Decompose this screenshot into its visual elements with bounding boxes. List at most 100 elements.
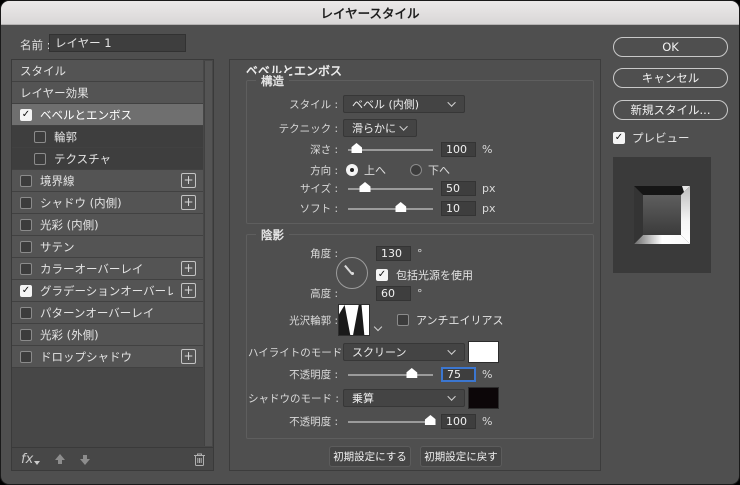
technique-value: 滑らかに — [352, 120, 396, 136]
soften-label: ソフト : — [248, 201, 338, 216]
chevron-down-icon[interactable] — [374, 323, 382, 331]
bevel-emboss-panel: ベベルとエンボス 構造 スタイル : ベベル (内側) テクニック : 滑らかに… — [229, 59, 601, 471]
unchecked-checkbox-icon[interactable] — [20, 351, 32, 363]
shadow-opacity-slider[interactable] — [348, 415, 433, 427]
move-effect-down-icon[interactable] — [79, 454, 90, 465]
shadow-mode-select[interactable]: 乗算 — [343, 389, 465, 407]
sidebar-item-label: シャドウ (内側) — [40, 195, 122, 211]
preview-checkbox[interactable]: ✓ — [613, 132, 625, 144]
bevel-preview-image — [634, 186, 690, 244]
slider-thumb-icon[interactable] — [425, 415, 436, 425]
sidebar-item[interactable]: 輪郭 — [12, 126, 203, 148]
direction-label: 方向 : — [248, 163, 338, 178]
sidebar-item-label: サテン — [40, 239, 75, 255]
bevel-style-select[interactable]: ベベル (内側) — [343, 95, 465, 113]
sidebar-item-label: カラーオーバーレイ — [40, 261, 143, 277]
preview-label: プレビュー — [632, 130, 690, 146]
size-unit: px — [482, 182, 496, 195]
angle-input[interactable]: 130 — [376, 246, 411, 261]
unchecked-checkbox-icon[interactable] — [20, 263, 32, 275]
sidebar-item[interactable]: 光彩 (内側) — [12, 214, 203, 236]
highlight-color-swatch[interactable] — [468, 341, 499, 363]
delete-effect-icon[interactable] — [193, 452, 206, 466]
unchecked-checkbox-icon[interactable] — [34, 153, 46, 165]
technique-select[interactable]: 滑らかに — [343, 119, 417, 137]
sidebar-item-label: パターンオーバーレイ — [40, 305, 154, 321]
size-slider[interactable] — [348, 182, 433, 194]
antialias-checkbox[interactable] — [397, 314, 409, 326]
checked-checkbox-icon[interactable]: ✓ — [20, 285, 32, 297]
sidebar-item[interactable]: ドロップシャドウ+ — [12, 346, 203, 368]
sidebar-item[interactable]: サテン — [12, 236, 203, 258]
direction-down-radio[interactable] — [410, 164, 422, 176]
altitude-label: 高度 : — [248, 286, 338, 301]
depth-input[interactable]: 100 — [441, 142, 476, 157]
sidebar-scrollbar[interactable] — [204, 61, 212, 446]
sidebar-item[interactable]: テクスチャ — [12, 148, 203, 170]
highlight-mode-select[interactable]: スクリーン — [343, 343, 465, 361]
layer-style-dialog: レイヤースタイル 名前 : レイヤー 1 OK キャンセル 新規スタイル... … — [0, 0, 740, 485]
reset-default-button[interactable]: 初期設定に戻す — [420, 446, 502, 467]
highlight-opacity-slider[interactable] — [348, 368, 433, 380]
add-effect-icon[interactable]: + — [181, 173, 196, 188]
angle-label: 角度 : — [248, 246, 338, 261]
size-label: サイズ : — [248, 181, 338, 196]
size-input[interactable]: 50 — [441, 181, 476, 196]
unchecked-checkbox-icon[interactable] — [20, 219, 32, 231]
checked-checkbox-icon[interactable]: ✓ — [20, 109, 32, 121]
ok-button[interactable]: OK — [613, 37, 728, 57]
layer-name-input[interactable]: レイヤー 1 — [49, 34, 186, 52]
sidebar-item[interactable]: レイヤー効果 — [12, 82, 203, 104]
add-effect-icon[interactable]: + — [181, 349, 196, 364]
sidebar-item[interactable]: パターンオーバーレイ — [12, 302, 203, 324]
sidebar-item[interactable]: 境界線+ — [12, 170, 203, 192]
move-effect-up-icon[interactable] — [54, 454, 65, 465]
altitude-input[interactable]: 60 — [376, 286, 411, 301]
highlight-mode-value: スクリーン — [352, 344, 406, 360]
unchecked-checkbox-icon[interactable] — [34, 131, 46, 143]
global-light-checkbox[interactable]: ✓ — [376, 269, 388, 281]
dialog-title: レイヤースタイル — [320, 3, 419, 22]
unchecked-checkbox-icon[interactable] — [20, 197, 32, 209]
gloss-contour-thumbnail[interactable] — [338, 304, 370, 336]
fx-menu-icon[interactable]: fx — [21, 452, 40, 467]
style-label: スタイル : — [248, 97, 338, 112]
unchecked-checkbox-icon[interactable] — [20, 241, 32, 253]
shadow-color-swatch[interactable] — [468, 387, 499, 409]
shading-group-title: 陰影 — [256, 227, 289, 243]
style-preview-thumbnail — [613, 157, 711, 273]
soften-slider[interactable] — [348, 202, 433, 214]
layer-name-label: 名前 : — [20, 37, 51, 53]
sidebar-item-label: 光彩 (外側) — [40, 327, 99, 343]
shadow-opacity-input[interactable]: 100 — [441, 414, 476, 429]
add-effect-icon[interactable]: + — [181, 283, 196, 298]
slider-thumb-icon[interactable] — [360, 182, 371, 192]
direction-up-radio[interactable] — [346, 164, 358, 176]
sidebar-item[interactable]: カラーオーバーレイ + — [12, 258, 203, 280]
new-style-button[interactable]: 新規スタイル... — [613, 100, 728, 120]
add-effect-icon[interactable]: + — [181, 261, 196, 276]
sidebar-item[interactable]: シャドウ (内側) + — [12, 192, 203, 214]
sidebar-item[interactable]: ✓ベベルとエンボス — [12, 104, 203, 126]
slider-thumb-icon[interactable] — [406, 368, 417, 378]
depth-slider[interactable] — [348, 143, 433, 155]
sidebar-item[interactable]: スタイル — [12, 60, 203, 82]
chevron-down-icon — [447, 392, 455, 400]
cancel-button[interactable]: キャンセル — [613, 68, 728, 88]
soften-input[interactable]: 10 — [441, 201, 476, 216]
slider-thumb-icon[interactable] — [395, 202, 406, 212]
add-effect-icon[interactable]: + — [181, 195, 196, 210]
highlight-opacity-unit: % — [482, 368, 492, 381]
unchecked-checkbox-icon[interactable] — [20, 307, 32, 319]
shadow-mode-label: シャドウのモード : — [248, 391, 338, 406]
unchecked-checkbox-icon[interactable] — [20, 175, 32, 187]
sidebar-item[interactable]: 光彩 (外側) — [12, 324, 203, 346]
highlight-opacity-input[interactable]: 75 — [441, 367, 476, 382]
unchecked-checkbox-icon[interactable] — [20, 329, 32, 341]
sidebar-item[interactable]: ✓グラデーションオーバーレイ+ — [12, 280, 203, 302]
technique-label: テクニック : — [248, 121, 338, 136]
make-default-button[interactable]: 初期設定にする — [329, 446, 411, 467]
depth-label: 深さ : — [248, 142, 338, 157]
title-bar: レイヤースタイル — [1, 1, 739, 25]
slider-thumb-icon[interactable] — [351, 143, 362, 153]
